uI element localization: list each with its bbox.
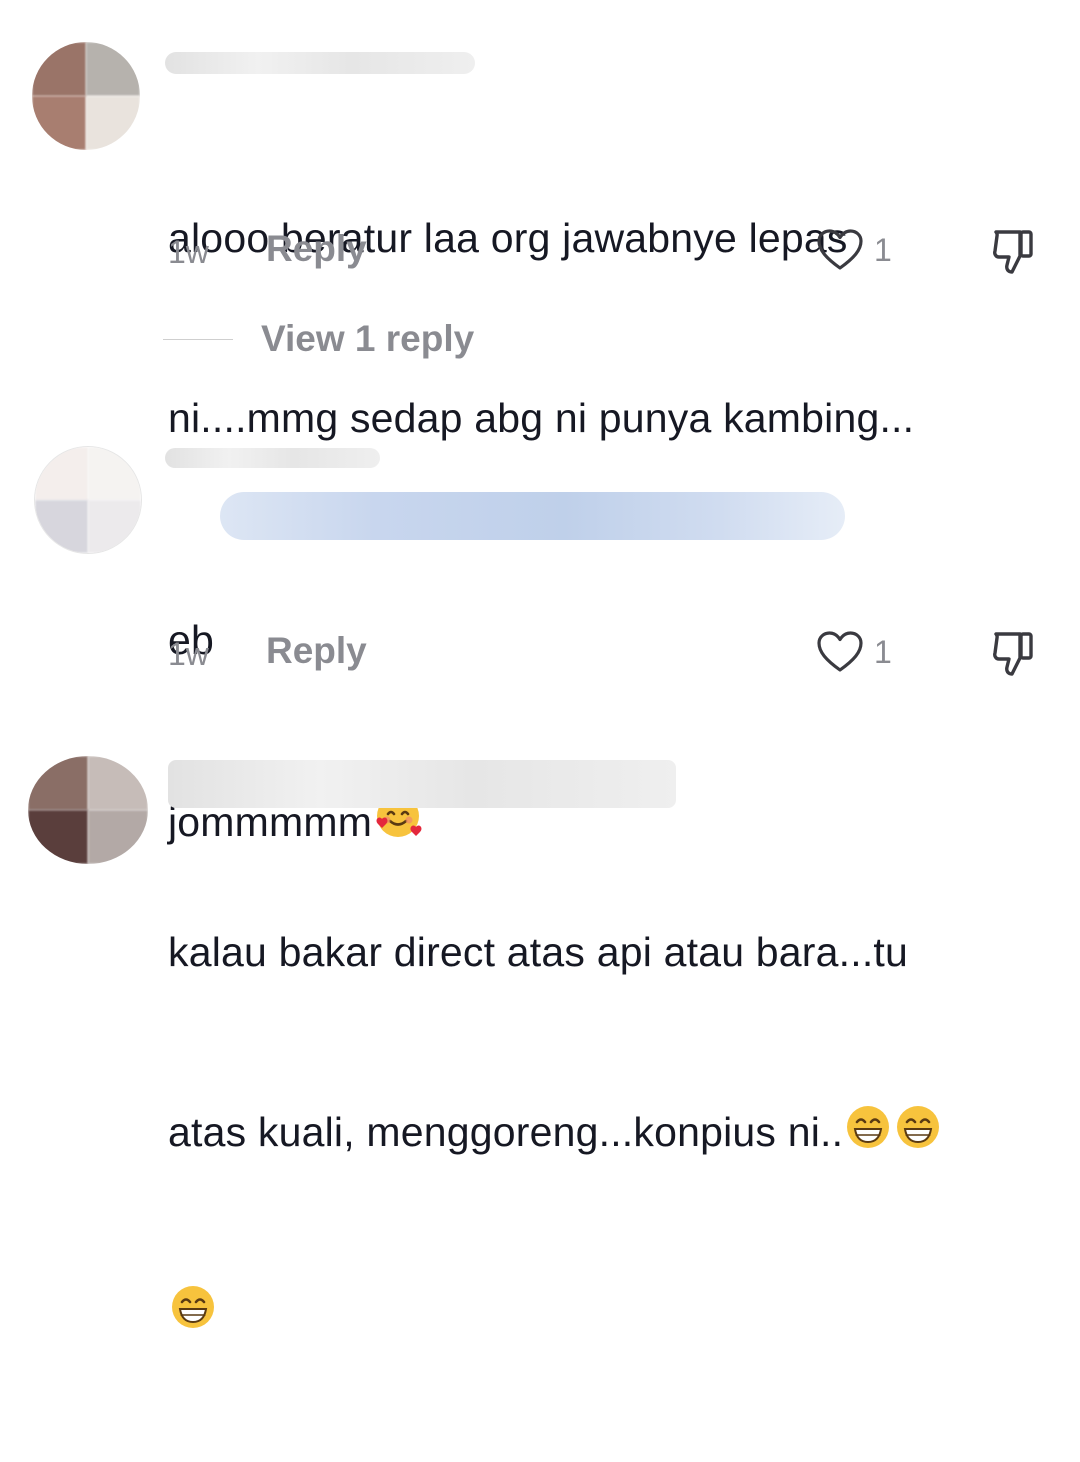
thumbs-down-outline-icon: [993, 230, 1033, 274]
username-redacted[interactable]: [168, 760, 676, 808]
avatar[interactable]: [28, 756, 148, 864]
comment-meta: 1w Reply 1: [168, 228, 1038, 278]
comment-text-line: [168, 1282, 943, 1342]
like-count: 1: [874, 231, 892, 268]
heart-outline-icon: [817, 631, 863, 672]
reply-button[interactable]: Reply: [266, 630, 367, 672]
beaming-face-with-smiling-eyes-emoji: [847, 1106, 890, 1148]
comment-text-line: atas kuali, menggoreng...konpius ni..: [168, 1102, 943, 1162]
beaming-face-with-smiling-eyes-emoji: [172, 1286, 214, 1328]
like-count: 1: [874, 633, 892, 670]
timestamp: 1w: [168, 636, 209, 672]
dislike-button[interactable]: [988, 226, 1038, 281]
divider: [163, 338, 233, 340]
comment-text-line: kalau bakar direct atas api atau bara...…: [168, 929, 909, 975]
username-redacted[interactable]: [165, 52, 475, 74]
like-button[interactable]: 1: [816, 630, 892, 674]
comment-text: kalau bakar direct atas api atau bara...…: [168, 802, 943, 1462]
view-replies-button[interactable]: View 1 reply: [163, 318, 474, 360]
redacted-mention: [220, 492, 845, 540]
avatar[interactable]: [32, 42, 140, 150]
comment-text-line: ni....mmg sedap abg ni punya kambing...: [168, 395, 915, 441]
view-replies-label: View 1 reply: [261, 318, 475, 359]
username-redacted[interactable]: [165, 448, 380, 468]
reply-button[interactable]: Reply: [266, 228, 367, 270]
timestamp: 1w: [168, 234, 209, 270]
dislike-button[interactable]: [988, 628, 1038, 683]
avatar[interactable]: [34, 446, 142, 554]
beaming-face-with-smiling-eyes-emoji: [897, 1106, 940, 1148]
heart-outline-icon: [817, 229, 863, 270]
comment-text-segment: atas kuali, menggoreng...konpius ni..: [168, 1109, 844, 1155]
comment-meta: 1w Reply 1: [168, 630, 1038, 680]
thumbs-down-outline-icon: [993, 632, 1033, 676]
like-button[interactable]: 1: [816, 228, 892, 272]
